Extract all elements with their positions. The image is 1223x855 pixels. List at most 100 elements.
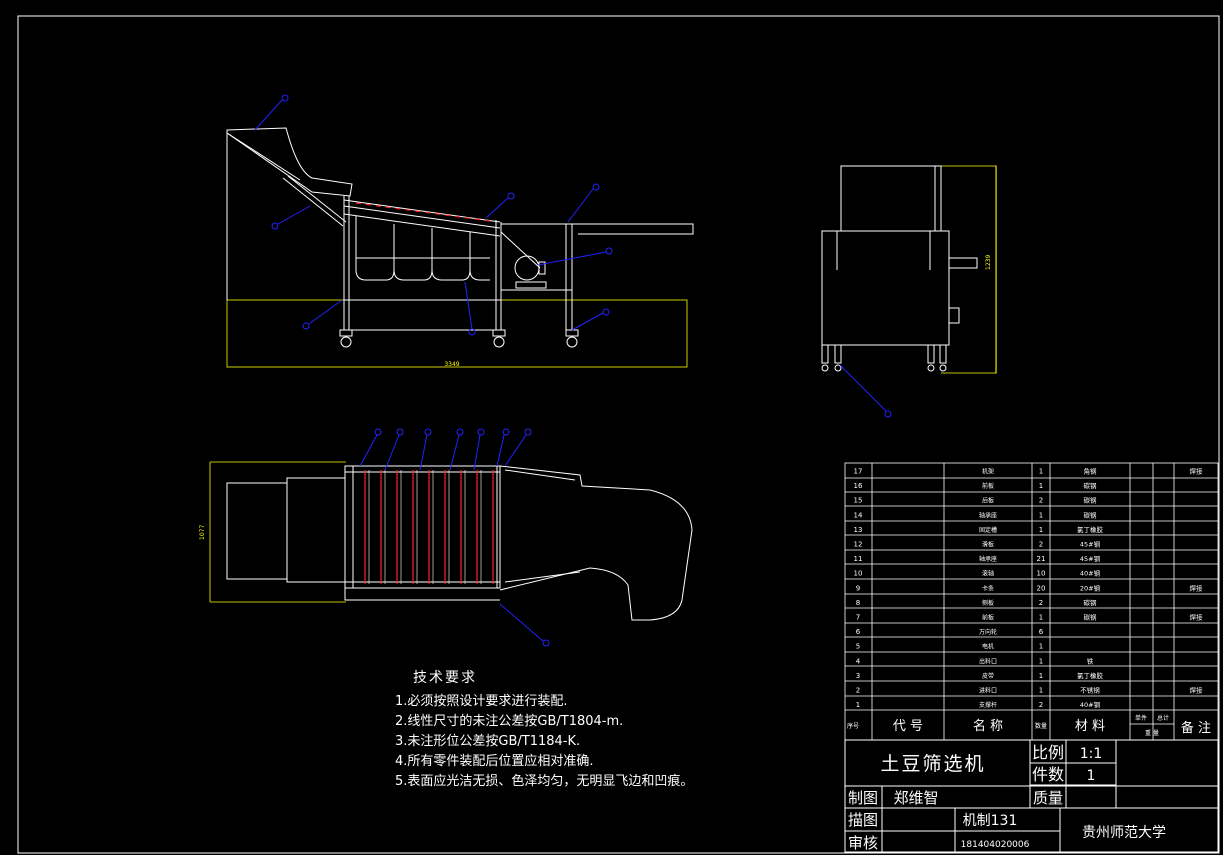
- bom-cell-qty: 2: [1039, 497, 1043, 505]
- bom-cell-material: 碳钢: [1084, 613, 1098, 622]
- bom-cell-no: 7: [856, 614, 860, 622]
- bom-cell-material: 碳钢: [1084, 496, 1098, 505]
- bom-cell-qty: 1: [1039, 643, 1043, 651]
- dim-top-width: 1077: [199, 525, 206, 540]
- bom-header-remarks: 备 注: [1181, 720, 1211, 736]
- bom-cell-qty: 2: [1039, 701, 1043, 709]
- bom-cell-note: 焊接: [1190, 583, 1204, 592]
- scale-label: 比例: [1032, 743, 1064, 762]
- bom-cell-material: 40#钢: [1080, 701, 1101, 709]
- bom-cell-no: 8: [856, 599, 860, 607]
- bom-cell-qty: 1: [1039, 614, 1043, 622]
- bom-cell-no: 17: [854, 468, 863, 476]
- requirement-item: 4.所有零件装配后位置应相对准确.: [395, 754, 594, 769]
- bom-cell-name: 支撑杆: [979, 701, 997, 709]
- requirement-item: 1.必须按照设计要求进行装配.: [395, 694, 568, 709]
- bom-cell-material: 不锈钢: [1080, 686, 1100, 695]
- bom-cell-note: 焊接: [1190, 467, 1204, 476]
- bom-cell-no: 15: [854, 497, 863, 505]
- technical-requirements: 技术要求 1.必须按照设计要求进行装配. 2.线性尺寸的未注公差按GB/T180…: [395, 668, 693, 792]
- bom-cell-no: 11: [854, 555, 863, 563]
- bom-cell-no: 14: [854, 511, 863, 519]
- bom-cell-no: 13: [854, 526, 863, 534]
- bom-cell-qty: 6: [1039, 628, 1044, 636]
- bom-cell-name: 侧板: [982, 599, 994, 607]
- drawn-by: 郑维智: [893, 789, 938, 807]
- bom-header-qty: 数量: [1035, 722, 1047, 730]
- bom-header-weight: 重 量: [1145, 729, 1159, 737]
- bom-header-seq: 序号: [847, 722, 859, 730]
- bom-cell-qty: 20: [1037, 584, 1046, 592]
- bom-cell-qty: 1: [1039, 482, 1043, 490]
- bom-cell-material: 45#钢: [1080, 555, 1101, 563]
- bom-cell-material: 氯丁橡胶: [1077, 525, 1104, 534]
- bom-cell-qty: 2: [1039, 599, 1043, 607]
- bom-cell-qty: 1: [1039, 526, 1043, 534]
- bom-cell-qty: 1: [1039, 672, 1043, 680]
- bom-cell-no: 4: [856, 657, 861, 665]
- bom-cell-qty: 21: [1037, 555, 1046, 563]
- bom-cell-name: 卡条: [982, 584, 994, 592]
- dim-end-height: 1239: [985, 255, 992, 270]
- bom-cell-name: 出料口: [979, 657, 997, 665]
- count-value: 1: [1087, 768, 1096, 784]
- bom-cell-note: 焊接: [1190, 613, 1204, 622]
- bom-header-name: 名 称: [973, 718, 1003, 734]
- bom-cell-material: 碳钢: [1084, 598, 1098, 607]
- count-label: 件数: [1032, 765, 1064, 784]
- bom-cell-qty: 1: [1039, 468, 1043, 476]
- bom-cell-name: 轴承座: [979, 511, 997, 519]
- bom-cell-material: 碳钢: [1084, 481, 1098, 490]
- requirement-item: 2.线性尺寸的未注公差按GB/T1804-m.: [395, 714, 624, 729]
- drawn-label: 制图: [848, 789, 878, 807]
- bom-cell-name: 前板: [982, 482, 994, 490]
- traced-label: 描图: [848, 811, 878, 829]
- bom-cell-name: 轴承座: [979, 555, 997, 563]
- bom-cell-name: 前板: [982, 614, 994, 622]
- bom-cell-no: 2: [856, 687, 860, 695]
- bom-cell-qty: 1: [1039, 657, 1043, 665]
- bom-cell-qty: 10: [1037, 570, 1046, 578]
- dim-side-length: 3349: [444, 361, 459, 368]
- bom-cell-material: 20#钢: [1080, 584, 1101, 592]
- bom-cell-no: 1: [856, 701, 860, 709]
- bom-cell-name: 电机: [982, 643, 994, 651]
- requirement-item: 3.未注形位公差按GB/T1184-K.: [395, 734, 581, 749]
- bom-cell-qty: 1: [1039, 687, 1043, 695]
- bom-cell-no: 16: [854, 482, 863, 490]
- requirement-item: 5.表面应光洁无损、色泽均匀，无明显飞边和凹痕。: [395, 774, 694, 789]
- school-name: 贵州师范大学: [1082, 824, 1166, 841]
- bom-cell-material: 碳钢: [1084, 510, 1098, 519]
- bom-cell-no: 10: [854, 570, 863, 578]
- bom-cell-material: 45#钢: [1080, 541, 1101, 549]
- checked-label: 审核: [848, 834, 878, 852]
- bom-cell-material: 40#钢: [1080, 570, 1101, 578]
- bom-cell-no: 9: [856, 584, 860, 592]
- bom-cell-qty: 1: [1039, 511, 1043, 519]
- bom-cell-name: 后板: [982, 497, 994, 505]
- bom-cell-name: 滑板: [982, 541, 994, 549]
- bom-cell-material: 角钢: [1084, 467, 1098, 476]
- bom-cell-name: 进料口: [979, 687, 997, 695]
- bom-header-total-weight: 总计: [1157, 714, 1169, 722]
- bom-header-material: 材 料: [1075, 719, 1105, 734]
- bom-cell-name: 万向轮: [979, 628, 997, 636]
- bom-cell-qty: 2: [1039, 541, 1043, 549]
- bom-cell-name: 固定槽: [979, 526, 997, 534]
- bom-header-code: 代 号: [893, 719, 923, 734]
- bom-cell-no: 12: [854, 541, 863, 549]
- scale-value: 1:1: [1080, 746, 1103, 762]
- bom-cell-name: 皮带: [982, 672, 994, 680]
- bom-cell-note: 焊接: [1190, 686, 1204, 695]
- bom-cell-no: 5: [856, 643, 860, 651]
- bom-cell-name: 机架: [982, 468, 994, 476]
- bom-cell-material: 铁: [1087, 656, 1094, 665]
- bom-cell-name: 滚轴: [982, 570, 994, 578]
- part-name: 土豆筛选机: [880, 753, 985, 775]
- class-name: 机制131: [963, 813, 1018, 829]
- student-id: 181404020006: [961, 840, 1030, 850]
- technical-requirements-title: 技术要求: [413, 670, 477, 686]
- bom-cell-no: 3: [856, 672, 860, 680]
- bom-header-unit-weight: 单件: [1135, 714, 1147, 722]
- bom-cell-no: 6: [856, 628, 861, 636]
